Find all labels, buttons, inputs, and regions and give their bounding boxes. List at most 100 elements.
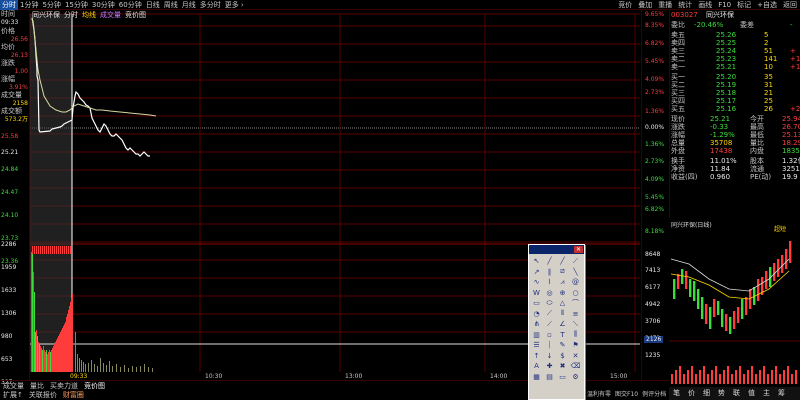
tab-volume[interactable]: 成交量 — [98, 11, 123, 20]
fib-arc-tool-icon[interactable]: ◔ — [530, 309, 543, 320]
extension-tab[interactable]: 关联报价 — [26, 390, 60, 400]
wave-tool-icon[interactable]: ∿ — [530, 277, 543, 288]
extension-tab[interactable]: 扩展↑ — [0, 390, 26, 400]
period-tab[interactable]: 30分钟 — [90, 0, 117, 10]
ticker-item[interactable]: 例评分档 — [640, 390, 668, 400]
vlines-tool-icon[interactable]: ⫼ — [569, 330, 582, 341]
ellipse-tool-icon[interactable]: ⬭ — [543, 298, 556, 309]
w-shape-tool-icon[interactable]: W — [530, 288, 543, 299]
menu-item[interactable]: 统计 — [675, 0, 695, 10]
period-tab[interactable]: 周线 — [162, 0, 180, 10]
circle-tool-icon[interactable]: ○ — [569, 288, 582, 299]
tab-ma[interactable]: 均线 — [80, 11, 98, 20]
line-tool-icon[interactable]: ╱ — [543, 256, 556, 267]
menu-item[interactable]: F10 — [715, 0, 734, 10]
settings-tool-icon[interactable]: ⚙ — [569, 372, 582, 383]
menu-item[interactable]: 竞价 — [615, 0, 635, 10]
fib-ret-tool-icon[interactable]: ≡ — [569, 309, 582, 320]
period-tab[interactable]: 月线 — [180, 0, 198, 10]
candle — [785, 249, 788, 269]
rect-tool-icon[interactable]: ▭ — [530, 298, 543, 309]
triangle-tool-icon[interactable]: △ — [556, 298, 569, 309]
up-arrow-tool-icon[interactable]: ↑ — [530, 351, 543, 362]
period-tool-icon[interactable]: ⏐ — [543, 340, 556, 351]
menu-item[interactable]: 返回 — [780, 0, 800, 10]
period-tab[interactable]: 1分钟 — [18, 0, 40, 10]
close-icon[interactable]: ✕ — [574, 246, 583, 253]
delete-tool-icon[interactable]: ✖ — [556, 361, 569, 372]
side-tab[interactable]: 细 — [699, 387, 714, 400]
save-tool-icon[interactable]: ▭ — [556, 372, 569, 383]
text-tool-icon[interactable]: T — [556, 330, 569, 341]
speed-tool-icon[interactable]: ⟋ — [543, 319, 556, 330]
extension-tab[interactable]: 财富圈 — [60, 390, 87, 400]
fan-tool-icon[interactable]: ⩘ — [556, 277, 569, 288]
lock-tool-icon[interactable]: ▤ — [543, 372, 556, 383]
side-tab[interactable]: 联 — [729, 387, 744, 400]
side-tab[interactable]: 笔 — [669, 387, 684, 400]
channel-tool-icon[interactable]: ⧄ — [556, 267, 569, 278]
flag-tool-icon[interactable]: ⚑ — [569, 340, 582, 351]
side-tab[interactable]: 主 — [759, 387, 774, 400]
grid-tool-icon[interactable]: ▦ — [530, 372, 543, 383]
tab-auction[interactable]: 竞价图 — [123, 11, 148, 20]
regression-tool-icon[interactable]: ⟍ — [569, 319, 582, 330]
pitchfork-tool-icon[interactable]: ⋔ — [530, 319, 543, 330]
mark-tool-icon[interactable]: ✕ — [569, 351, 582, 362]
segment-tool-icon[interactable]: ⟋ — [569, 256, 582, 267]
price-label-tool-icon[interactable]: $ — [556, 351, 569, 362]
period-tab[interactable]: 日线 — [144, 0, 162, 10]
indicator-tab[interactable]: 买卖力道 — [47, 381, 81, 390]
clear-tool-icon[interactable]: ⌫ — [569, 361, 582, 372]
side-tab[interactable]: 势 — [714, 387, 729, 400]
arc-tool-icon[interactable]: ⌒ — [569, 298, 582, 309]
down-arrow-tool-icon[interactable]: ↓ — [543, 351, 556, 362]
period-tab[interactable]: 分时 — [0, 0, 18, 10]
daily-mini-chart[interactable]: 同兴环保(日线) 超短 — [669, 219, 800, 387]
spiral-tool-icon[interactable]: @ — [569, 277, 582, 288]
indicator-tab[interactable]: 竞价图 — [81, 381, 108, 390]
gann-tool-icon[interactable]: ⊕ — [556, 288, 569, 299]
period-tab[interactable]: 更多 › — [223, 0, 246, 10]
note-tool-icon[interactable]: ✎ — [556, 340, 569, 351]
fib-time-tool-icon[interactable]: ⫴ — [556, 309, 569, 320]
period-tab[interactable]: 多分时 — [198, 0, 223, 10]
menu-item[interactable]: 标记 — [734, 0, 754, 10]
period-tab[interactable]: 15分钟 — [63, 0, 90, 10]
auction-bar — [42, 246, 43, 254]
ticker-item[interactable]: 温利有零 — [585, 390, 613, 400]
menu-item[interactable]: 重播 — [655, 0, 675, 10]
side-tab[interactable]: 筹 — [774, 387, 789, 400]
toolbox-titlebar[interactable]: ✕ — [529, 245, 584, 254]
drawing-toolbox[interactable]: ✕ ↖ ╱ ╱ ⟋ ↗ ∥ ⧄ ╲ ∿ ⌇ ⩘ @ W ◎ ⊕ ○ ▭ ⬭ △ ⌒ ◔ ⟋ ⫴ ≡ ⋔ ⟋ ∠ ⟍ ▥ ▫ T ⫼ ☰ ⏐ ✎ ⚑ ↑ ↓… — [528, 244, 585, 400]
parallel-tool-icon[interactable]: ∥ — [543, 267, 556, 278]
cycle-tool-icon[interactable]: ◎ — [543, 288, 556, 299]
fib-fan-tool-icon[interactable]: ⟋ — [543, 309, 556, 320]
pointer-tool-icon[interactable]: ↖ — [530, 256, 543, 267]
polyline-tool-icon[interactable]: ⌇ — [543, 277, 556, 288]
period-tab[interactable]: 5分钟 — [40, 0, 62, 10]
period-tab[interactable]: 60分钟 — [117, 0, 144, 10]
pct-label: 涨幅 — [1, 75, 15, 83]
bars-tool-icon[interactable]: ▥ — [530, 330, 543, 341]
volume-bar — [124, 365, 125, 372]
indicator-tab[interactable]: 量比 — [27, 381, 47, 390]
arrow-line-tool-icon[interactable]: ↗ — [530, 267, 543, 278]
stat-label: 收益(四) — [671, 173, 698, 181]
volume-value: 2158 — [12, 100, 28, 107]
trend-tool-icon[interactable]: ╲ — [569, 267, 582, 278]
cross-tool-icon[interactable]: ✚ — [543, 361, 556, 372]
side-tab[interactable]: 价 — [684, 387, 699, 400]
side-tab[interactable]: 值 — [744, 387, 759, 400]
angle-tool-icon[interactable]: ∠ — [556, 319, 569, 330]
tab-timeshare[interactable]: 分时 — [62, 11, 80, 20]
gap-tool-icon[interactable]: ▫ — [543, 330, 556, 341]
ray-tool-icon[interactable]: ╱ — [556, 256, 569, 267]
menu-item[interactable]: +自选 — [754, 0, 780, 10]
ticker-item[interactable]: 图交F10 — [613, 390, 640, 400]
hlines-tool-icon[interactable]: ☰ — [530, 340, 543, 351]
text-a-tool-icon[interactable]: A — [530, 361, 543, 372]
menu-item[interactable]: 画线 — [695, 0, 715, 10]
indicator-tab[interactable]: 成交量 — [0, 381, 27, 390]
menu-item[interactable]: 叠加 — [635, 0, 655, 10]
